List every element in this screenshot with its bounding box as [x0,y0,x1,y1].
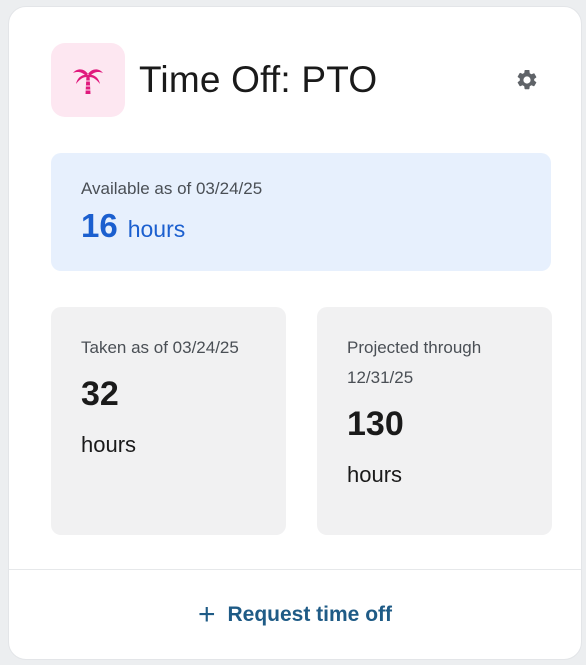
taken-hours-unit: hours [81,432,137,457]
gear-icon[interactable] [513,66,541,94]
card-header: Time Off: PTO [51,43,541,117]
request-time-off-label: Request time off [227,603,393,626]
available-hours-number: 16 [81,207,118,244]
projected-label: Projected through 12/31/25 [347,338,482,387]
available-balance-panel: Available as of 03/24/25 16 hours [51,153,551,271]
available-label: Available as of 03/24/25 [81,179,263,198]
taken-hours-number: 32 [81,375,119,413]
palm-tree-icon [51,43,125,117]
available-value: 16 hours [81,207,521,245]
plus-icon: + [197,598,216,631]
request-time-off-content: + Request time off [198,600,392,630]
request-time-off-button[interactable]: + Request time off [9,570,581,659]
card-title: Time Off: PTO [139,59,378,100]
taken-label: Taken as of 03/24/25 [81,338,239,357]
projected-hours-unit: hours [347,462,403,487]
taken-panel: Taken as of 03/24/25 32 hours [51,307,286,535]
projected-panel: Projected through 12/31/25 130 hours [317,307,552,535]
available-hours-unit: hours [127,216,186,242]
time-off-card: Time Off: PTO Available as of 03/24/25 1… [8,6,582,660]
projected-hours-number: 130 [347,405,404,443]
